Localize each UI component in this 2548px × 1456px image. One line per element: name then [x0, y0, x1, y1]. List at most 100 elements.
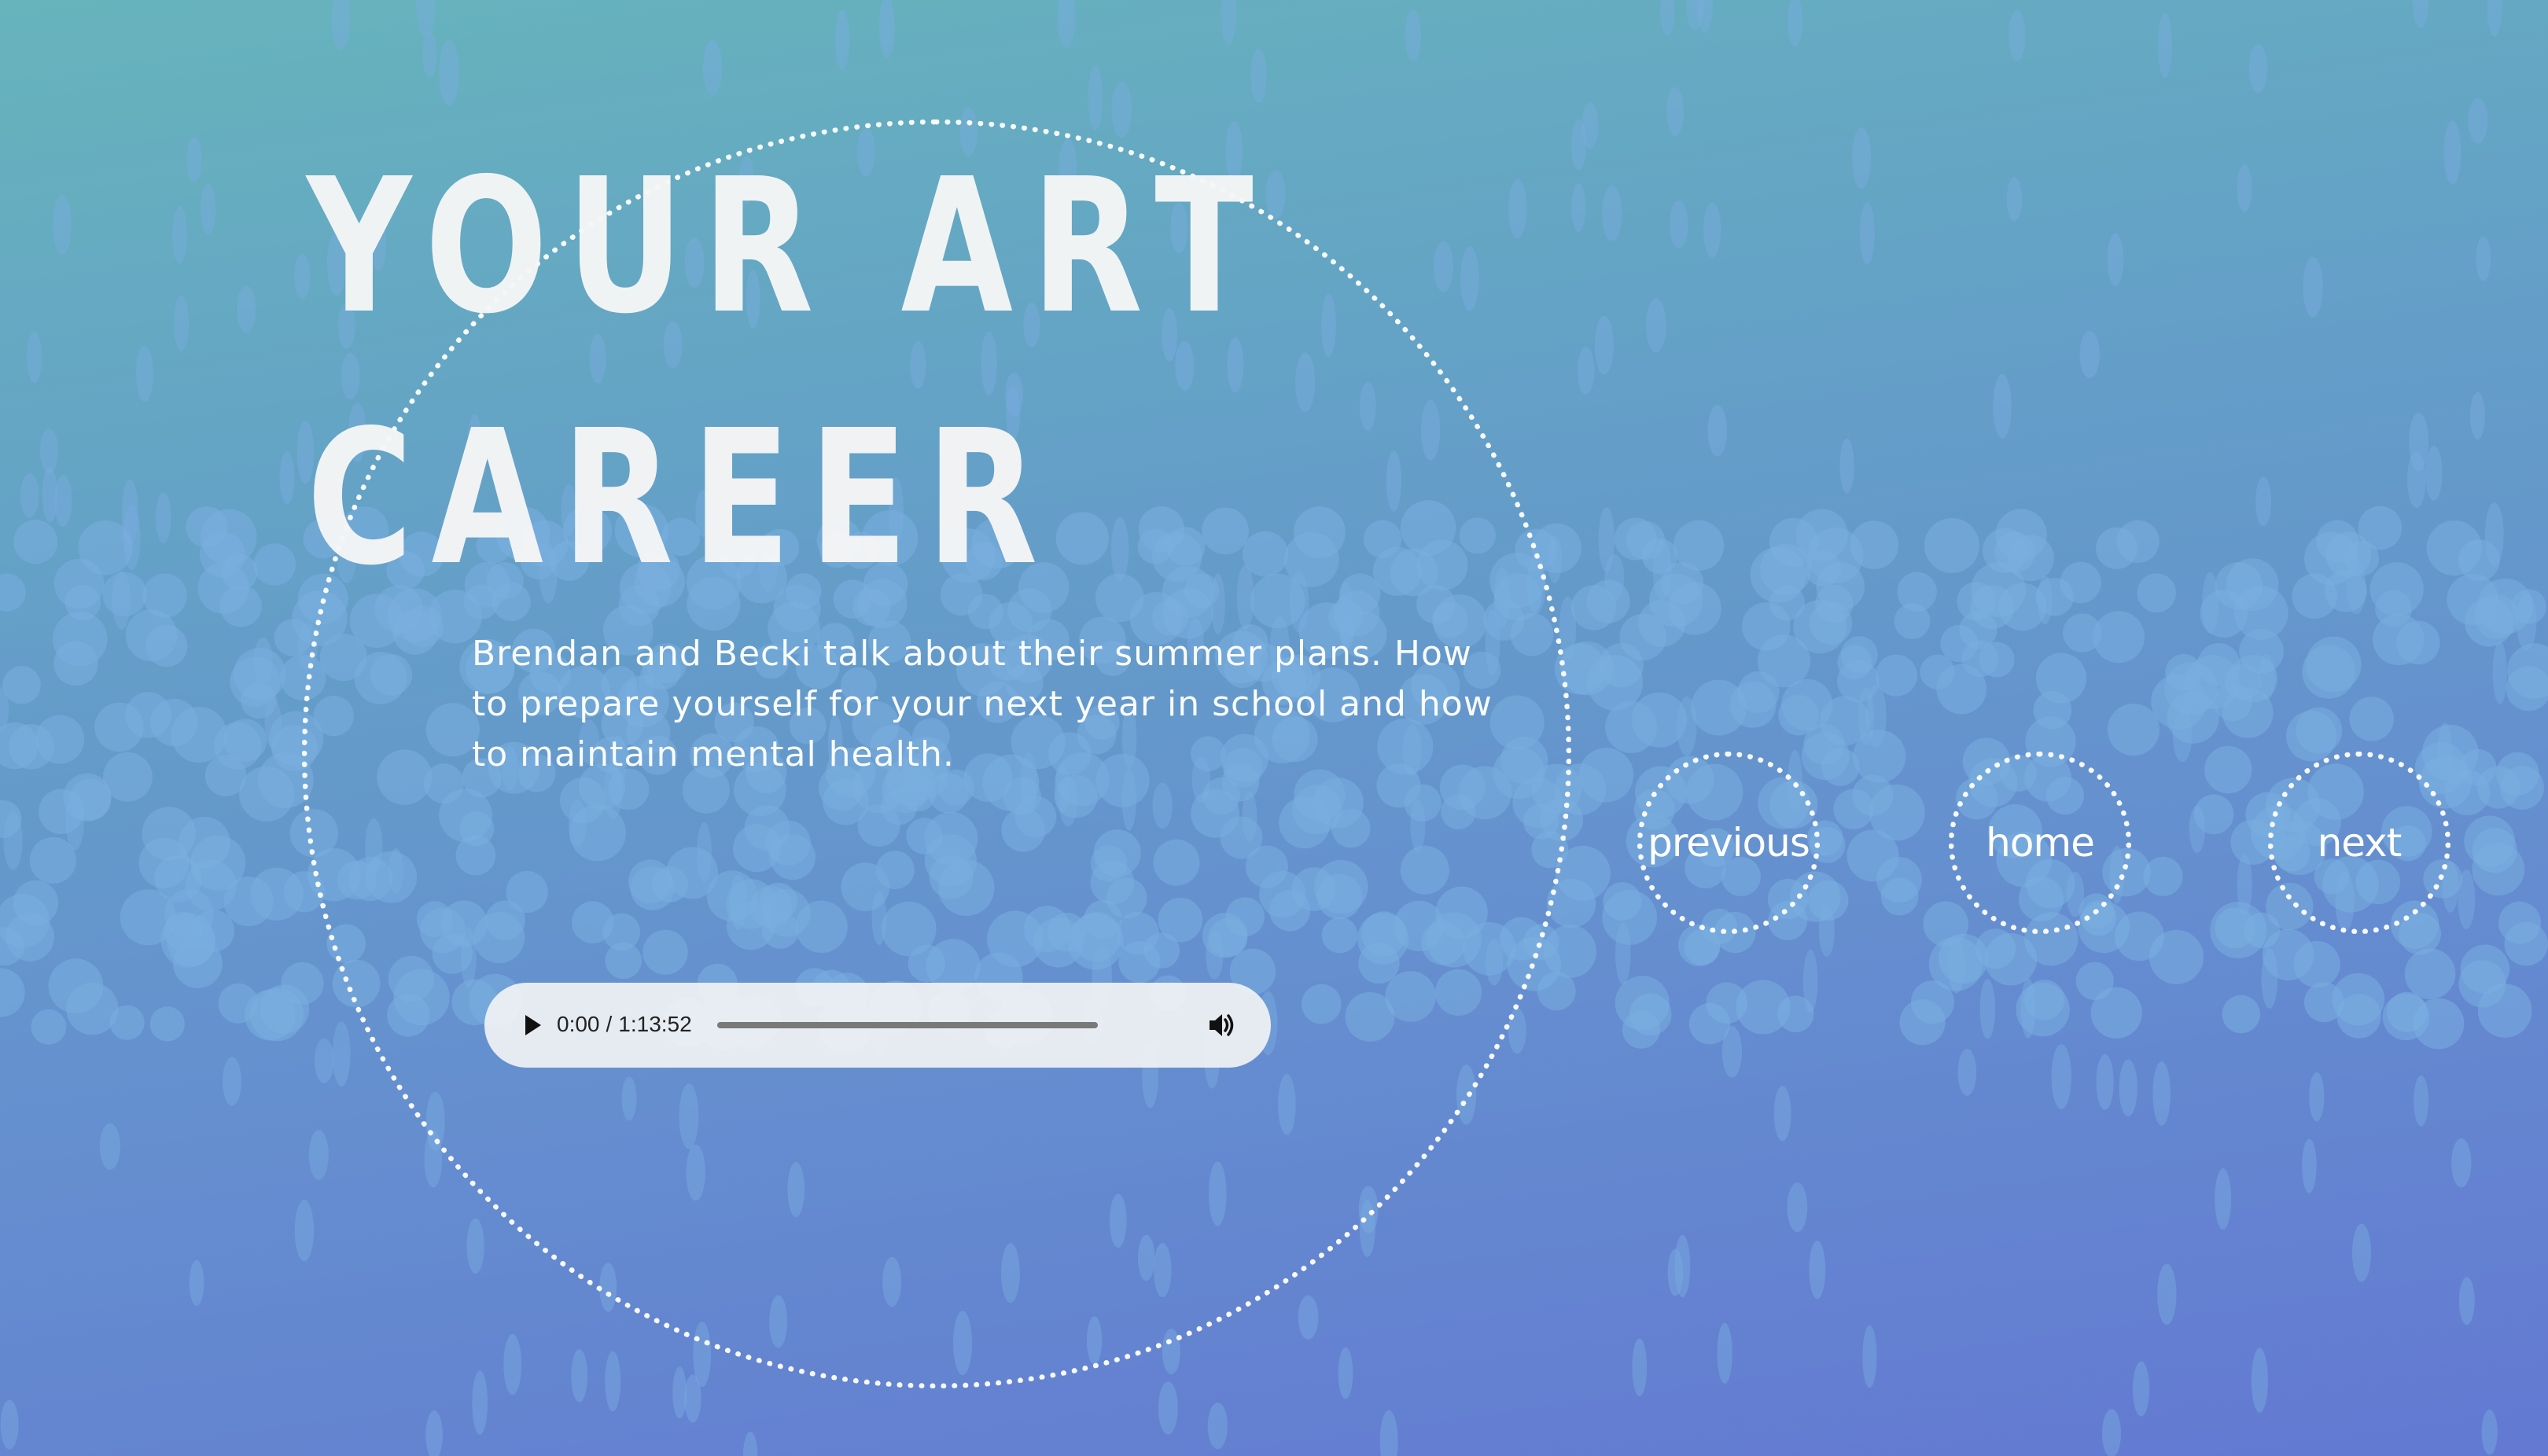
background-dash [1111, 81, 1132, 138]
audio-player[interactable]: 0:00/1:13:52 [484, 983, 1271, 1068]
background-dash [1717, 1322, 1732, 1384]
background-blob [2404, 948, 2456, 999]
background-blob [149, 1006, 185, 1042]
background-dash [2237, 164, 2252, 213]
time-separator: / [606, 1012, 613, 1036]
background-dash [2006, 177, 2023, 222]
volume-icon[interactable] [1197, 1002, 1244, 1049]
background-dash [1660, 0, 1675, 35]
background-dash [1862, 1325, 1877, 1388]
background-dash [2352, 1223, 2371, 1282]
background-dash [1707, 405, 1727, 457]
background-dash [1158, 1381, 1178, 1435]
background-blob [2148, 929, 2204, 984]
background-dash [2476, 236, 2491, 281]
previous-button[interactable]: previous [1637, 752, 1820, 934]
background-dash [308, 1130, 329, 1180]
background-dash [42, 467, 57, 523]
background-blob [2, 666, 41, 704]
background-dash [2492, 641, 2507, 704]
background-dash [684, 1374, 701, 1423]
background-dash [314, 1038, 334, 1083]
background-dash [279, 450, 295, 505]
background-dash [1508, 178, 1527, 239]
next-button-label: next [2317, 820, 2403, 866]
duration: 1:13:52 [618, 1012, 692, 1036]
background-dash [1571, 119, 1586, 171]
background-dash [1957, 1049, 1977, 1096]
background-dash [1993, 373, 2012, 439]
background-blob [2336, 994, 2381, 1039]
background-blob [1674, 520, 1725, 572]
background-blob [145, 625, 188, 667]
background-blob [2444, 770, 2491, 815]
background-dash [2096, 1054, 2114, 1110]
background-blob [2472, 843, 2525, 896]
background-dash [201, 183, 216, 235]
background-dash [2152, 1061, 2171, 1126]
background-blob [1781, 678, 1833, 731]
background-blob [13, 520, 58, 564]
home-button[interactable]: home [1949, 752, 2131, 934]
background-blob [1615, 976, 1670, 1031]
background-dash [155, 492, 171, 543]
background-dash [1667, 1248, 1684, 1296]
background-dash [2443, 120, 2461, 185]
background-dash [2458, 1277, 2475, 1325]
next-button[interactable]: next [2268, 752, 2450, 934]
background-blob [2498, 901, 2541, 944]
background-dash [605, 1351, 621, 1412]
background-blob [2137, 573, 2176, 612]
background-blob [1777, 995, 1814, 1032]
background-blob [2458, 960, 2506, 1008]
background-blob [1578, 748, 1634, 803]
background-dash [1207, 1403, 1228, 1450]
background-dash [1666, 86, 1685, 137]
background-dash [1460, 246, 1479, 311]
seek-bar[interactable] [717, 1022, 1098, 1028]
background-dash [53, 195, 72, 255]
background-blob [1760, 543, 1812, 596]
background-dash [1645, 298, 1666, 353]
time-display: 0:00/1:13:52 [557, 1009, 692, 1040]
background-blob [1853, 730, 1906, 783]
background-blob [64, 584, 101, 621]
background-blob [2107, 704, 2160, 756]
background-dash [1577, 347, 1595, 395]
background-dash [466, 1218, 484, 1274]
background-blob [2143, 856, 2183, 896]
background-blob [2093, 611, 2145, 664]
background-dash [1405, 9, 1421, 61]
background-blob [53, 641, 98, 686]
background-blob [1603, 882, 1642, 921]
background-dash [416, 0, 436, 38]
background-blob [0, 968, 25, 1017]
background-blob [2204, 745, 2252, 794]
background-dash [1571, 183, 1586, 232]
play-icon[interactable] [508, 1002, 555, 1049]
background-dash [189, 1259, 204, 1306]
background-dash [2008, 10, 2026, 61]
background-dash [422, 32, 437, 77]
background-blob [171, 707, 227, 763]
background-dash [2119, 1059, 2137, 1117]
background-dash [0, 1399, 19, 1450]
episode-description: Brendan and Becki talk about their summe… [472, 634, 1493, 774]
background-dash [39, 428, 58, 474]
background-blob [2016, 982, 2070, 1037]
background-blob [102, 572, 147, 617]
background-blob [219, 585, 262, 627]
background-blob [2222, 995, 2260, 1034]
background-blob [2373, 613, 2425, 666]
background-dash [702, 40, 723, 95]
background-blob [2447, 573, 2498, 626]
background-blob [1587, 655, 1644, 711]
background-blob [2007, 535, 2054, 582]
current-time: 0:00 [557, 1012, 600, 1036]
background-dash [1859, 202, 1875, 265]
background-blob [1911, 980, 1954, 1024]
background-blob [1571, 585, 1617, 631]
background-dash [237, 285, 256, 333]
background-dash [2303, 256, 2323, 318]
background-dash [1809, 1240, 1826, 1300]
